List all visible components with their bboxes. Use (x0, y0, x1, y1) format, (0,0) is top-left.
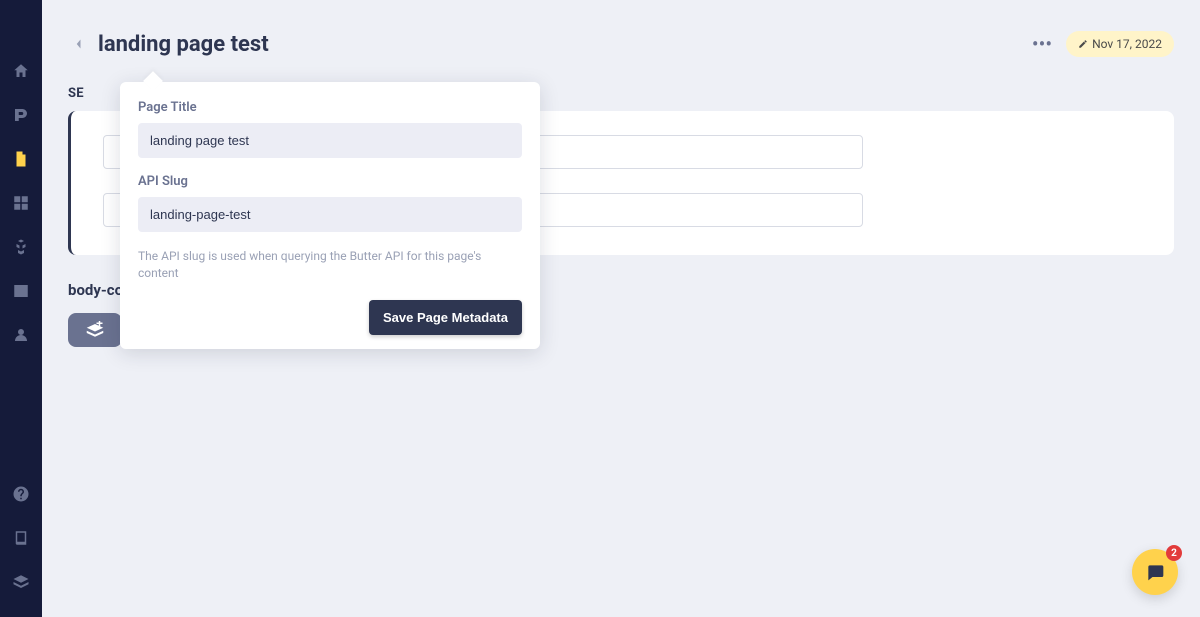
help-icon (12, 485, 30, 503)
api-slug-help: The API slug is used when querying the B… (138, 248, 522, 282)
nav-blog[interactable] (0, 94, 42, 136)
nav-home[interactable] (0, 50, 42, 92)
page-metadata-popover: Page Title API Slug The API slug is used… (120, 82, 540, 349)
nav-media[interactable] (0, 270, 42, 312)
chat-icon (1144, 562, 1166, 582)
add-layers-icon (83, 321, 107, 339)
page-title[interactable]: landing page test (98, 32, 269, 57)
nav-docs[interactable] (0, 517, 42, 559)
home-icon (12, 62, 30, 80)
api-slug-input[interactable] (138, 197, 522, 232)
grid-icon (12, 194, 30, 212)
sidebar (0, 0, 42, 617)
main: landing page test ••• Nov 17, 2022 SE bo… (42, 0, 1200, 617)
nav-content-types[interactable] (0, 226, 42, 268)
page-header: landing page test ••• Nov 17, 2022 (42, 0, 1200, 70)
page-title-label: Page Title (138, 100, 522, 115)
blog-icon (12, 106, 30, 124)
nav-api[interactable] (0, 561, 42, 603)
cubes-icon (12, 238, 30, 256)
more-icon: ••• (1032, 34, 1052, 54)
nav-help[interactable] (0, 473, 42, 515)
pages-icon (12, 150, 30, 168)
chat-badge: 2 (1166, 545, 1182, 561)
chat-fab[interactable]: 2 (1132, 549, 1178, 595)
back-button[interactable] (68, 33, 90, 55)
image-icon (12, 282, 30, 300)
date-text: Nov 17, 2022 (1092, 37, 1162, 51)
more-button[interactable]: ••• (1032, 30, 1052, 58)
nav-users[interactable] (0, 314, 42, 356)
pencil-icon (1078, 39, 1088, 49)
users-icon (12, 326, 30, 344)
draft-date-pill[interactable]: Nov 17, 2022 (1066, 31, 1174, 57)
save-metadata-button[interactable]: Save Page Metadata (369, 300, 522, 335)
book-icon (12, 529, 30, 547)
page-title-input[interactable] (138, 123, 522, 158)
layers-icon (12, 573, 30, 591)
chevron-left-icon (74, 38, 84, 50)
nav-pages[interactable] (0, 138, 42, 180)
nav-collections[interactable] (0, 182, 42, 224)
add-component-button[interactable] (68, 313, 122, 347)
api-slug-label: API Slug (138, 174, 522, 189)
